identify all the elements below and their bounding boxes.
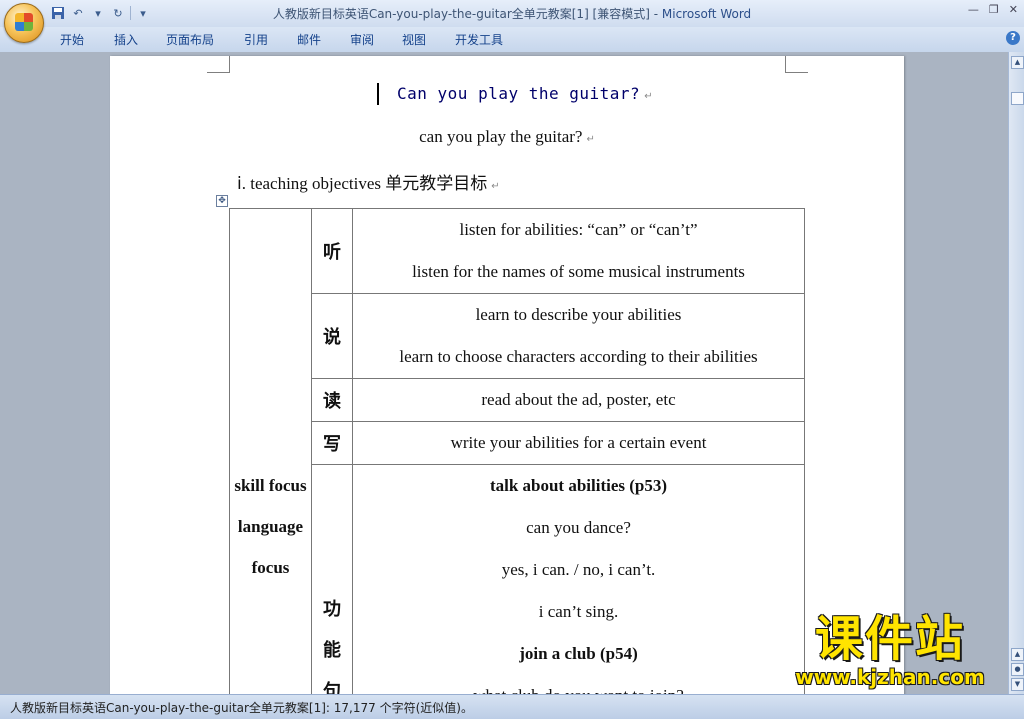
skill-cell[interactable]: 听 [311,208,353,294]
office-logo-icon [15,13,33,31]
paragraph-mark: ↵ [586,134,595,145]
function-content-cell[interactable]: talk about abilities (p53) can you dance… [352,464,805,694]
tab-developer[interactable]: 开发工具 [455,31,503,48]
function-label-char: 能 [323,640,341,660]
close-button[interactable]: ✕ [1009,3,1018,16]
tab-page-layout[interactable]: 页面布局 [166,31,214,48]
category-line: focus [251,558,290,577]
subheading-text: can you play the guitar? [419,127,583,146]
watermark-title: 课件站 [814,611,965,667]
browse-object-icon[interactable]: ● [1011,663,1024,676]
app-name: Microsoft Word [661,7,752,21]
skill-label: 说 [323,327,341,347]
tab-insert[interactable]: 插入 [114,31,138,48]
minimize-button[interactable]: — [968,3,979,16]
table-row: 功 能 句 talk about abilities (p53) can you… [230,464,805,694]
document-subheading[interactable]: can you play the guitar? ↵ [110,127,904,147]
skill-label: 读 [323,391,341,411]
category-cell[interactable]: skill focus language focus [229,208,312,694]
document-page[interactable]: Can you play the guitar? ↵ can you play t… [110,56,904,694]
watermark-url: www.kjzhan.com [795,665,985,689]
function-line: yes, i can. / no, i can’t. [501,560,656,579]
window-title: 人教版新目标英语Can-you-play-the-guitar全单元教案[1] … [0,5,1024,22]
crop-mark-right [785,56,808,73]
scroll-thumb[interactable] [1011,92,1024,105]
tab-view[interactable]: 视图 [402,31,426,48]
scroll-up-icon[interactable]: ▲ [1011,56,1024,69]
status-text: 人教版新目标英语Can-you-play-the-guitar全单元教案[1]:… [10,701,473,715]
skill-label: 写 [323,434,341,454]
function-line: talk about abilities (p53) [489,476,668,495]
heading-text: Can you play the guitar? [397,84,641,103]
vertical-scrollbar[interactable]: ▲ ▲ ● ▼ [1008,52,1024,694]
function-line: can you dance? [526,518,631,537]
content-cell[interactable]: listen for abilities: “can” or “can’t” l… [352,208,805,294]
window-controls: — ❐ ✕ [968,3,1018,16]
content-line: listen for the names of some musical ins… [412,262,745,281]
content-line: learn to choose characters according to … [399,347,758,366]
restore-button[interactable]: ❐ [989,3,999,16]
function-label-cell[interactable]: 功 能 句 [311,464,353,694]
objectives-table[interactable]: skill focus language focus 听 listen for … [229,208,805,694]
help-icon[interactable]: ? [1006,31,1020,45]
skill-cell[interactable]: 读 [311,378,353,422]
tab-references[interactable]: 引用 [244,31,268,48]
text-cursor [377,83,379,105]
table-row: 读 read about the ad, poster, etc [230,378,805,422]
objectives-cn: 单元教学目标 [385,174,488,194]
content-cell[interactable]: write your abilities for a certain event [352,421,805,465]
document-heading[interactable]: Can you play the guitar? ↵ [397,84,653,103]
objectives-label: ⅰ. teaching objectives [237,174,386,193]
document-area[interactable]: Can you play the guitar? ↵ can you play t… [0,52,1008,694]
tab-home[interactable]: 开始 [60,31,84,48]
function-line: i can’t sing. [538,602,619,621]
skill-label: 听 [323,242,341,262]
category-line: language [237,517,304,536]
watermark-logo: 课件站 www.kjzhan.com [772,612,1008,694]
content-line: learn to describe your abilities [475,305,682,324]
title-bar: ↶ ▾ ↻ ▾ 人教版新目标英语Can-you-play-the-guitar全… [0,0,1024,43]
objectives-heading[interactable]: ⅰ. teaching objectives 单元教学目标 ↵ [237,169,500,194]
content-cell[interactable]: learn to describe your abilities learn t… [352,293,805,379]
paragraph-mark: ↵ [491,181,500,192]
table-row: skill focus language focus 听 listen for … [229,208,805,694]
content-line: listen for abilities: “can” or “can’t” [459,220,698,239]
table-row: 写 write your abilities for a certain eve… [230,421,805,465]
function-label-char: 句 [323,681,341,694]
table-row: 说 learn to describe your abilities learn… [230,293,805,379]
document-title: 人教版新目标英语Can-you-play-the-guitar全单元教案[1] … [272,7,662,21]
function-line: what club do you want to join? [353,675,804,694]
crop-mark-left [207,56,230,73]
function-line: join a club (p54) [519,644,638,663]
content-cell[interactable]: read about the ad, poster, etc [352,378,805,422]
content-line: write your abilities for a certain event [450,433,707,452]
skill-cell[interactable]: 说 [311,293,353,379]
previous-page-icon[interactable]: ▲ [1011,648,1024,661]
status-bar: 人教版新目标英语Can-you-play-the-guitar全单元教案[1]:… [0,694,1024,719]
tab-review[interactable]: 审阅 [350,31,374,48]
next-page-icon[interactable]: ▼ [1011,678,1024,691]
tab-mailings[interactable]: 邮件 [297,31,321,48]
paragraph-mark: ↵ [644,91,654,102]
table-move-handle-icon[interactable]: ✥ [216,195,228,207]
function-label-char: 功 [323,599,341,619]
skill-cell[interactable]: 写 [311,421,353,465]
category-line: skill focus [234,476,307,495]
content-line: read about the ad, poster, etc [481,390,676,409]
ribbon-tabs: 开始 插入 页面布局 引用 邮件 审阅 视图 开发工具 ? [0,27,1024,53]
office-button[interactable] [4,3,44,43]
